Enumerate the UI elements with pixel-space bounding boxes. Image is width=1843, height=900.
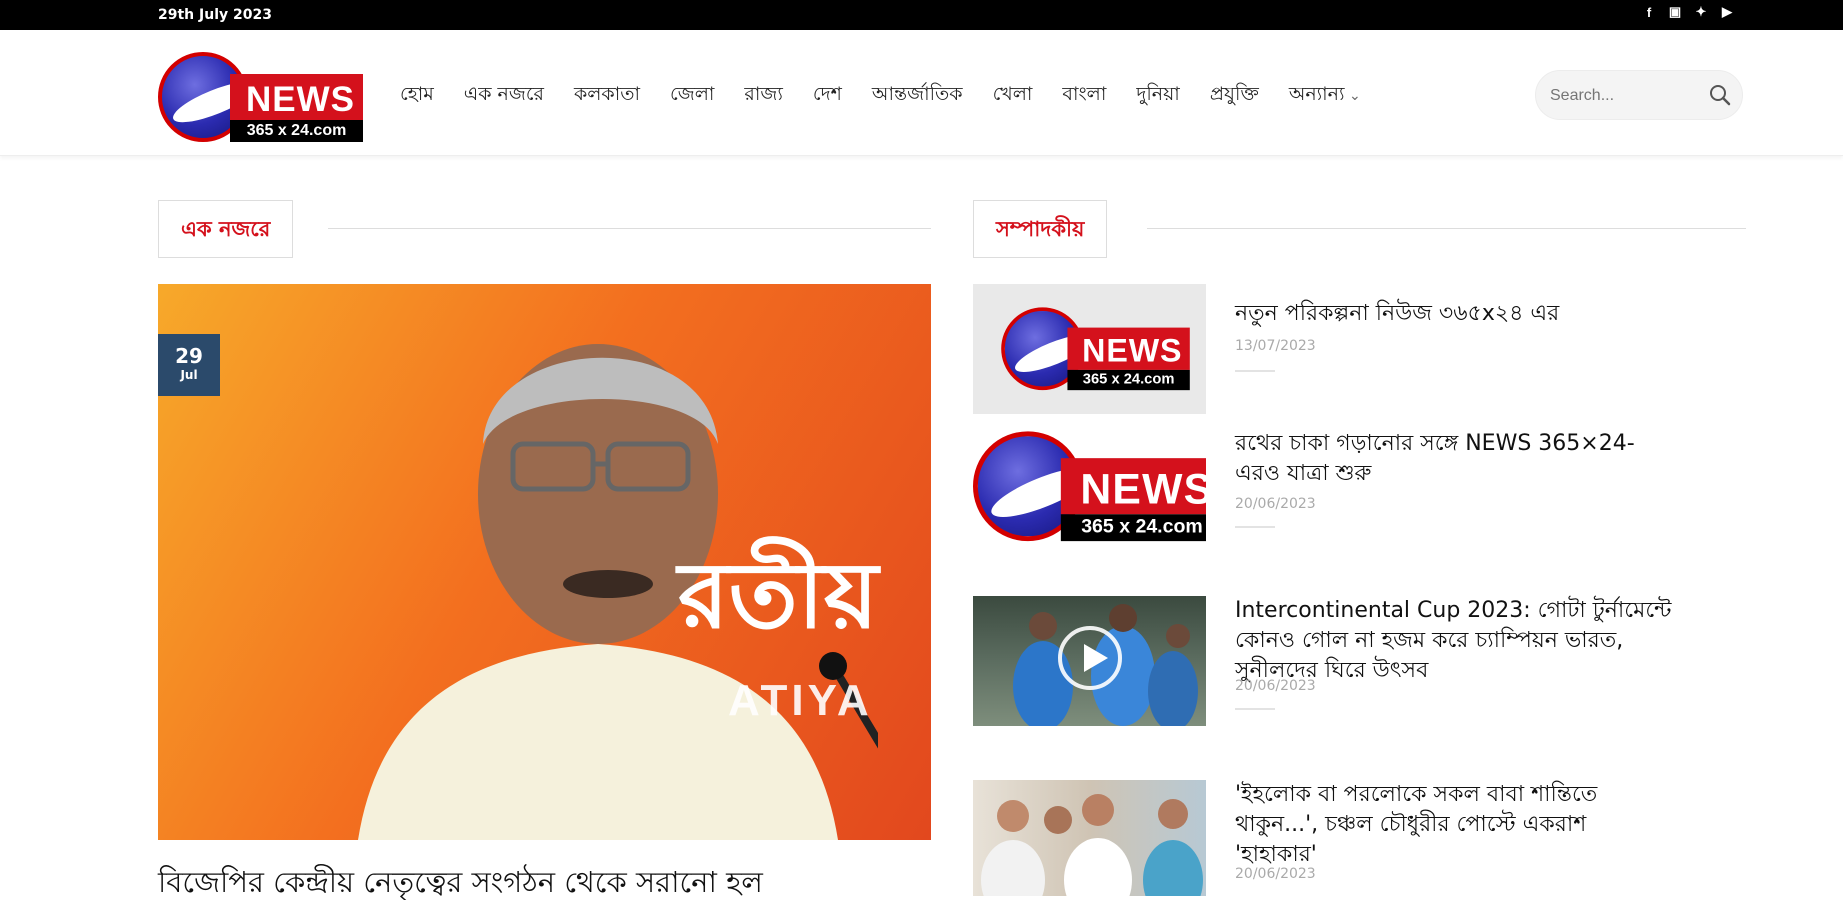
logo-news-text: NEWS [246, 80, 355, 119]
date-badge: 29 Jul [158, 334, 220, 396]
site-logo: NEWS 365 x 24.com [1001, 302, 1190, 391]
logo-domain-text: 365 x 24.com [1060, 514, 1206, 542]
list-item: 'ইহলোক বা পরলোকে সকল বাবা শান্তিতে থাকুন… [973, 780, 1713, 900]
top-bar: 29th July 2023 f ▣ ✦ ▶ [0, 0, 1843, 30]
nav-item-international[interactable]: আন্তর্জাতিক [872, 80, 963, 112]
nav-item-district[interactable]: জেলা [670, 80, 714, 112]
logo-news-text: NEWS [1082, 333, 1183, 369]
date-badge-month: Jul [180, 368, 198, 382]
section-header-editorial: সম্পাদকীয় [973, 200, 1746, 258]
section-title[interactable]: সম্পাদকীয় [973, 200, 1108, 258]
twitter-icon[interactable]: ✦ [1692, 3, 1710, 21]
article-date: 20/06/2023 [1235, 678, 1316, 694]
divider [1235, 370, 1275, 372]
site-header: NEWS 365 x 24.com হোম এক নজরে কলকাতা জেল… [0, 30, 1843, 156]
featured-headline[interactable]: বিজেপির কেন্দ্রীয় নেতৃত্বের সংগঠন থেকে … [158, 860, 763, 900]
youtube-icon[interactable]: ▶ [1718, 3, 1736, 21]
article-thumbnail-video[interactable] [973, 596, 1206, 726]
logo-domain-text: 365 x 24.com [1067, 369, 1190, 391]
nav-item-bangla[interactable]: বাংলা [1062, 80, 1106, 112]
current-date: 29th July 2023 [158, 7, 272, 23]
featured-image[interactable]: রতীয় ATIYA 29 Jul [158, 284, 931, 840]
nav-item-sports[interactable]: খেলা [993, 80, 1033, 112]
nav-item-technology[interactable]: প্রযুক্তি [1210, 80, 1259, 112]
article-date: 20/06/2023 [1235, 866, 1316, 882]
search-icon[interactable] [1708, 83, 1732, 107]
play-icon[interactable] [1058, 626, 1122, 690]
nav-item-at-a-glance[interactable]: এক নজরে [464, 80, 544, 112]
article-title[interactable]: Intercontinental Cup 2023: গোটা টুর্নামে… [1235, 596, 1675, 686]
article-thumbnail[interactable]: NEWS 365 x 24.com [973, 424, 1206, 554]
instagram-icon[interactable]: ▣ [1666, 3, 1684, 21]
nav-item-world[interactable]: দুনিয়া [1136, 80, 1179, 112]
banner-text: রতীয় [678, 542, 879, 649]
search-input[interactable] [1550, 83, 1700, 109]
article-thumbnail[interactable]: NEWS 365 x 24.com [973, 284, 1206, 414]
date-badge-day: 29 [175, 344, 203, 368]
nav-item-state[interactable]: রাজ্য [744, 80, 782, 112]
section-divider [328, 228, 931, 229]
article-date: 13/07/2023 [1235, 338, 1316, 354]
divider [1235, 526, 1275, 528]
article-title[interactable]: রথের চাকা গড়ানোর সঙ্গে NEWS 365×24-এরও … [1235, 429, 1675, 489]
section-divider [1147, 228, 1746, 229]
nav-item-country[interactable]: দেশ [813, 80, 842, 112]
article-title[interactable]: নতুন পরিকল্পনা নিউজ ৩৬৫x২৪ এর [1235, 299, 1675, 329]
nav-item-home[interactable]: হোম [400, 80, 434, 112]
site-logo: NEWS 365 x 24.com [973, 424, 1206, 542]
social-links: f ▣ ✦ ▶ [1640, 3, 1736, 21]
article-date: 20/06/2023 [1235, 496, 1316, 512]
banner-text-latin: ATIYA [728, 676, 873, 725]
section-header-at-a-glance: এক নজরে [158, 200, 931, 258]
list-item: NEWS 365 x 24.com রথের চাকা গড়ানোর সঙ্গ… [973, 424, 1713, 554]
facebook-icon[interactable]: f [1640, 3, 1658, 21]
section-title[interactable]: এক নজরে [158, 200, 294, 258]
list-item: Intercontinental Cup 2023: গোটা টুর্নামে… [973, 596, 1713, 726]
article-title[interactable]: 'ইহলোক বা পরলোকে সকল বাবা শান্তিতে থাকুন… [1235, 780, 1675, 870]
divider [1235, 708, 1275, 710]
logo-news-text: NEWS [1080, 465, 1206, 514]
main-nav: হোম এক নজরে কলকাতা জেলা রাজ্য দেশ আন্তর্… [400, 80, 1391, 112]
site-logo[interactable]: NEWS 365 x 24.com [158, 46, 363, 142]
nav-item-kolkata[interactable]: কলকাতা [574, 80, 640, 112]
search-box [1535, 70, 1743, 120]
nav-item-others[interactable]: অন্যান্য [1289, 80, 1361, 112]
people-photo [981, 794, 1203, 896]
logo-domain-text: 365 x 24.com [230, 120, 363, 142]
article-thumbnail[interactable] [973, 780, 1206, 896]
list-item: NEWS 365 x 24.com নতুন পরিকল্পনা নিউজ ৩৬… [973, 284, 1713, 414]
